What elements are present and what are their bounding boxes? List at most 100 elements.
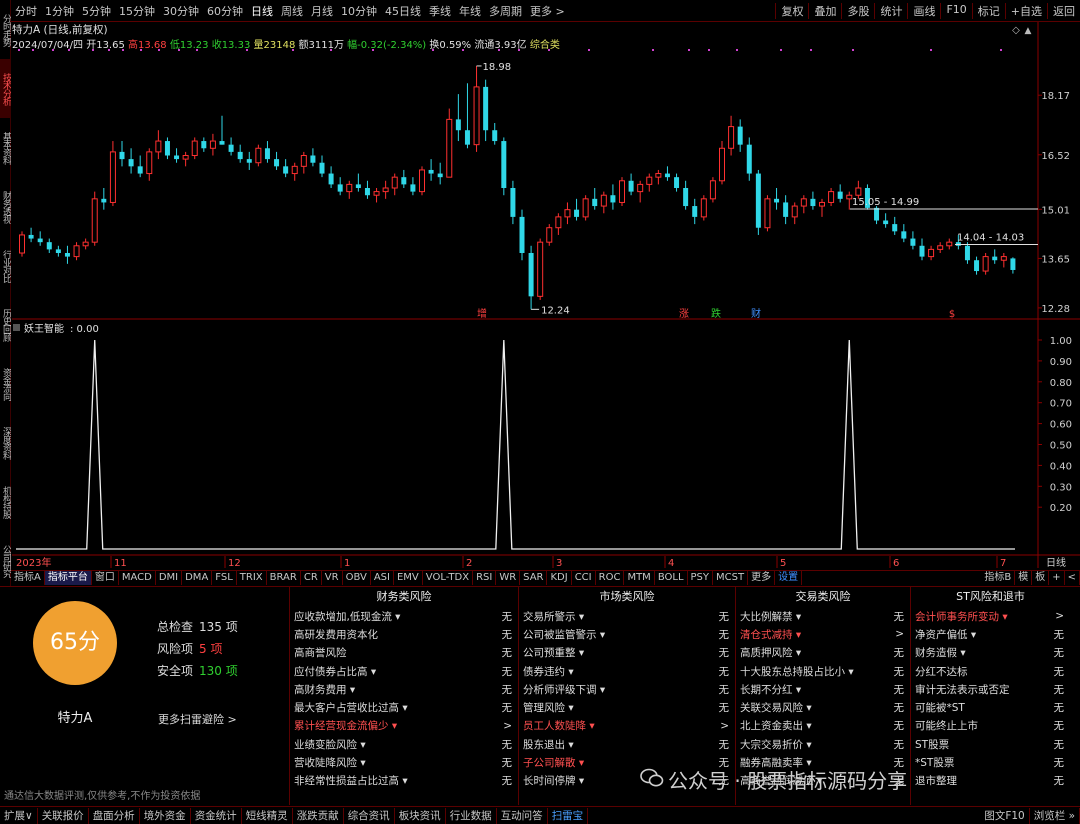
candle-body — [901, 231, 907, 239]
risk-row[interactable]: 退市整理 无 — [911, 772, 1070, 790]
indicator-tab-5[interactable]: DMA — [182, 571, 213, 585]
indicator-tab-2[interactable]: 窗口 — [92, 571, 119, 585]
indicator-tab-10[interactable]: VR — [322, 571, 343, 585]
bottom-tab-3[interactable]: 境外资金 — [140, 807, 191, 824]
risk-row-label: 高财务费用 ▾ — [294, 683, 356, 696]
risk-row[interactable]: 高财务费用 ▾ 无 — [290, 680, 518, 698]
indicator-tab-right-0[interactable]: 指标B — [981, 571, 1016, 585]
risk-row-value: 无 — [893, 683, 905, 696]
indicator-tab-6[interactable]: FSL — [212, 571, 237, 585]
risk-row[interactable]: 公司预重整 ▾ 无 — [519, 644, 735, 662]
candle-body — [674, 177, 680, 188]
indicator-tab-21[interactable]: MTM — [624, 571, 655, 585]
indicator-tab-24[interactable]: MCST — [713, 571, 749, 585]
indicator-tab-26[interactable]: 设置 — [775, 571, 803, 585]
risk-row[interactable]: 应收款增加,低现金流 ▾ 无 — [290, 607, 518, 625]
risk-row[interactable]: 高研发费用资本化 无 — [290, 625, 518, 643]
candlestick-chart[interactable]: 18.17 16.52 15.01 13.65 12.28 18.98 12.24 15.05… — [0, 0, 1080, 570]
risk-row[interactable]: 关联交易风险 ▾ 无 — [736, 698, 910, 716]
risk-row-label: 长期不分红 ▾ — [740, 683, 802, 696]
candle-body — [174, 155, 180, 160]
indicator-tab-0[interactable]: 指标A — [11, 571, 45, 585]
indicator-tab-right-3[interactable]: + — [1049, 571, 1065, 585]
risk-row[interactable]: 十大股东总持股占比小 ▾ 无 — [736, 662, 910, 680]
candle-body — [791, 205, 798, 218]
risk-row[interactable]: 大宗交易折价 ▾ 无 — [736, 735, 910, 753]
risk-row[interactable]: 高质押风险 ▾ 无 — [736, 644, 910, 662]
indicator-tab-1[interactable]: 指标平台 — [44, 571, 92, 585]
indicator-tab-right-4[interactable]: < — [1065, 571, 1080, 585]
candle-body — [391, 176, 398, 189]
bottom-tab-4[interactable]: 资金统计 — [191, 807, 242, 824]
indicator-tab-23[interactable]: PSY — [688, 571, 714, 585]
indicator-tab-17[interactable]: SAR — [520, 571, 548, 585]
risk-row[interactable]: 审计无法表示或否定 无 — [911, 680, 1070, 698]
indicator-tab-right-2[interactable]: 板 — [1032, 571, 1050, 585]
indicator-tab-16[interactable]: WR — [496, 571, 521, 585]
bottom-tab-2[interactable]: 盘面分析 — [89, 807, 140, 824]
candle-body — [209, 140, 216, 149]
risk-row[interactable]: 非经常性损益占比过高 ▾ 无 — [290, 772, 518, 790]
risk-row[interactable]: 净资产偏低 ▾ 无 — [911, 625, 1070, 643]
risk-row-value: 无 — [718, 665, 730, 678]
risk-row[interactable]: 管理风险 ▾ 无 — [519, 698, 735, 716]
risk-row[interactable]: 清仓式减持 ▾ > — [736, 625, 910, 643]
risk-row[interactable]: 公司被监管警示 ▾ 无 — [519, 625, 735, 643]
indicator-tab-11[interactable]: OBV — [343, 571, 371, 585]
risk-row[interactable]: 可能终止上市 无 — [911, 717, 1070, 735]
risk-row-label: 长时间停牌 ▾ — [523, 775, 585, 788]
risk-row[interactable]: 员工人数陡降 ▾ > — [519, 717, 735, 735]
indicator-tab-3[interactable]: MACD — [119, 571, 156, 585]
risk-row[interactable]: 北上资金卖出 ▾ 无 — [736, 717, 910, 735]
bottom-tab-7[interactable]: 综合资讯 — [344, 807, 395, 824]
risk-row[interactable]: ST股票 无 — [911, 735, 1070, 753]
indicator-tab-20[interactable]: ROC — [596, 571, 625, 585]
risk-row[interactable]: 可能被*ST 无 — [911, 698, 1070, 716]
indicator-value: : 0.00 — [70, 324, 99, 335]
bottom-tab-right-1[interactable]: 浏览栏 » — [1030, 807, 1080, 824]
bottom-tab-9[interactable]: 行业数据 — [446, 807, 497, 824]
risk-row[interactable]: 债券违约 ▾ 无 — [519, 662, 735, 680]
indicator-tab-18[interactable]: KDJ — [547, 571, 572, 585]
indicator-tab-22[interactable]: BOLL — [655, 571, 688, 585]
risk-row[interactable]: 大比例解禁 ▾ 无 — [736, 607, 910, 625]
indicator-tab-14[interactable]: VOL-TDX — [423, 571, 474, 585]
bottom-tab-0[interactable]: 扩展∨ — [0, 807, 38, 824]
top-marker — [852, 49, 854, 51]
bottom-tab-6[interactable]: 涨跌贡献 — [293, 807, 344, 824]
risk-row[interactable]: 业绩变脸风险 ▾ 无 — [290, 735, 518, 753]
indicator-tab-25[interactable]: 更多 — [748, 571, 776, 585]
bottom-tab-8[interactable]: 板块资讯 — [395, 807, 446, 824]
risk-row[interactable]: 累计经营现金流偏少 ▾ > — [290, 717, 518, 735]
bottom-tab-10[interactable]: 互动问答 — [497, 807, 548, 824]
risk-row[interactable]: 最大客户占营收比过高 ▾ 无 — [290, 698, 518, 716]
risk-row[interactable]: 财务造假 ▾ 无 — [911, 644, 1070, 662]
bottom-tab-1[interactable]: 关联报价 — [38, 807, 89, 824]
indicator-tab-15[interactable]: RSI — [473, 571, 497, 585]
indicator-tab-9[interactable]: CR — [301, 571, 322, 585]
bottom-tab-right-0[interactable]: 图文F10 — [980, 807, 1030, 824]
risk-row[interactable]: 交易所警示 ▾ 无 — [519, 607, 735, 625]
risk-row[interactable]: 长期不分红 ▾ 无 — [736, 680, 910, 698]
bottom-tab-11[interactable]: 扫雷宝 — [548, 807, 589, 824]
bottom-tab-5[interactable]: 短线精灵 — [242, 807, 293, 824]
risk-row[interactable]: 高商誉风险 无 — [290, 644, 518, 662]
risk-row[interactable]: 会计师事务所变动 ▾ > — [911, 607, 1070, 625]
indicator-tab-13[interactable]: EMV — [394, 571, 423, 585]
indicator-tab-8[interactable]: BRAR — [267, 571, 301, 585]
indicator-tab-4[interactable]: DMI — [156, 571, 183, 585]
top-marker — [18, 49, 20, 51]
risk-row[interactable]: *ST股票 无 — [911, 753, 1070, 771]
risk-row[interactable]: 股东退出 ▾ 无 — [519, 735, 735, 753]
risk-row[interactable]: 分红不达标 无 — [911, 662, 1070, 680]
indicator-tab-right-1[interactable]: 模 — [1015, 571, 1033, 585]
indicator-tab-12[interactable]: ASI — [371, 571, 394, 585]
risk-row[interactable]: 营收陡降风险 ▾ 无 — [290, 753, 518, 771]
more-scan-link[interactable]: 更多扫雷避险 > — [158, 711, 237, 727]
bottom-tab-bar: 扩展∨ 关联报价 盘面分析 境外资金 资金统计 短线精灵 涨跌贡献 综合资讯 板块资讯 行业数据互… — [0, 806, 1080, 824]
indicator-tab-7[interactable]: TRIX — [237, 571, 267, 585]
indicator-tab-19[interactable]: CCI — [572, 571, 596, 585]
top-marker — [178, 49, 180, 51]
risk-row[interactable]: 分析师评级下调 ▾ 无 — [519, 680, 735, 698]
risk-row[interactable]: 应付债券占比高 ▾ 无 — [290, 662, 518, 680]
